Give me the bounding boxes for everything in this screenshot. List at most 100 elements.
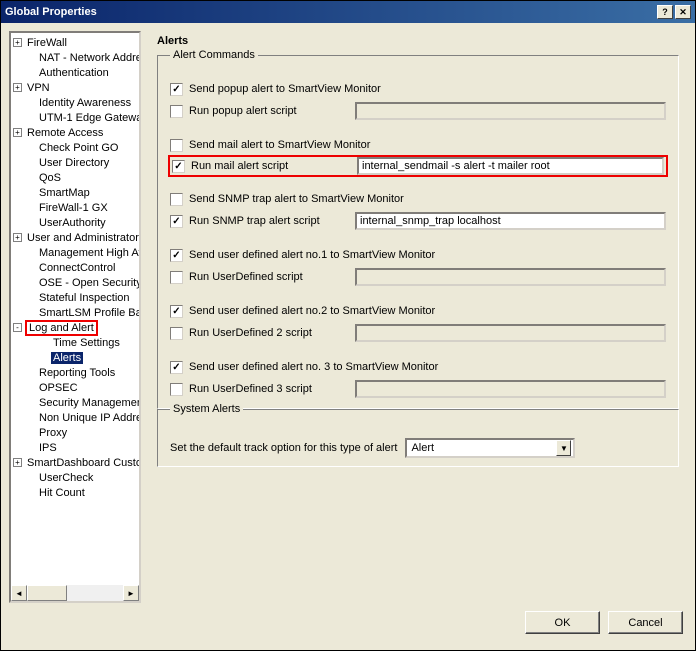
scroll-left-icon[interactable]: ◄ [11, 585, 27, 601]
tree-label: ConnectControl [37, 262, 117, 274]
tree-item[interactable]: OSE - Open Security E [11, 275, 139, 290]
script-input[interactable] [355, 212, 666, 230]
checkbox[interactable] [170, 383, 183, 396]
tree-item[interactable]: Reporting Tools [11, 365, 139, 380]
tree-label: Stateful Inspection [37, 292, 132, 304]
checkbox[interactable] [170, 249, 183, 262]
tree-spacer [25, 368, 34, 377]
tree-spacer [39, 338, 48, 347]
tree-spacer [25, 248, 34, 257]
alert-row: Run mail alert script [168, 155, 668, 177]
tree-spacer [25, 158, 34, 167]
tree-item[interactable]: Non Unique IP Addres [11, 410, 139, 425]
tree-label: UTM-1 Edge Gateway [37, 112, 139, 124]
tree-item[interactable]: OPSEC [11, 380, 139, 395]
tree-item[interactable]: SmartLSM Profile Base [11, 305, 139, 320]
tree-label: SmartLSM Profile Base [37, 307, 139, 319]
scroll-thumb[interactable] [27, 585, 67, 601]
tree-item[interactable]: FireWall-1 GX [11, 200, 139, 215]
expand-icon[interactable]: + [13, 458, 22, 467]
checkbox[interactable] [170, 271, 183, 284]
tree-item[interactable]: Identity Awareness [11, 95, 139, 110]
checkbox[interactable] [170, 327, 183, 340]
ok-button[interactable]: OK [525, 611, 600, 634]
tree-label: OSE - Open Security E [37, 277, 139, 289]
tree-panel: +FireWall NAT - Network AddresAuthenticat… [9, 31, 141, 603]
checkbox[interactable] [172, 160, 185, 173]
alert-row: Run popup alert script [170, 100, 666, 122]
tree-spacer [25, 398, 34, 407]
expand-icon[interactable]: + [13, 233, 22, 242]
tree-item[interactable]: Stateful Inspection [11, 290, 139, 305]
collapse-icon[interactable]: - [13, 323, 22, 332]
checkbox[interactable] [170, 105, 183, 118]
tree-item[interactable]: Authentication [11, 65, 139, 80]
tree-label: QoS [37, 172, 63, 184]
tree-item[interactable]: UserCheck [11, 470, 139, 485]
tree-item[interactable]: +VPN [11, 80, 139, 95]
tree-item[interactable]: ConnectControl [11, 260, 139, 275]
checkbox[interactable] [170, 361, 183, 374]
tree-spacer [25, 263, 34, 272]
tree-label: Management High Ava [37, 247, 139, 259]
checkbox[interactable] [170, 193, 183, 206]
expand-icon[interactable]: + [13, 38, 22, 47]
alert-commands-legend: Alert Commands [170, 49, 258, 61]
script-input [355, 102, 666, 120]
help-button[interactable]: ? [657, 5, 673, 19]
script-input[interactable] [357, 157, 664, 175]
scroll-right-icon[interactable]: ► [123, 585, 139, 601]
tree-label: NAT - Network Addres [37, 52, 139, 64]
tree-item[interactable]: SmartMap [11, 185, 139, 200]
horizontal-scrollbar[interactable]: ◄ ► [11, 585, 139, 601]
tree-label: UserCheck [37, 472, 95, 484]
titlebar: Global Properties ? ✕ [1, 1, 695, 23]
tree-item[interactable]: Alerts [11, 350, 139, 365]
tree-item[interactable]: -Log and Alert [11, 320, 139, 335]
expand-icon[interactable]: + [13, 83, 22, 92]
tree-item[interactable]: Management High Ava [11, 245, 139, 260]
track-option-select[interactable]: Alert ▼ [405, 438, 575, 458]
tree-item[interactable]: NAT - Network Addres [11, 50, 139, 65]
tree-item[interactable]: QoS [11, 170, 139, 185]
script-input [355, 268, 666, 286]
tree-label: Log and Alert [25, 320, 98, 336]
chevron-down-icon: ▼ [556, 440, 571, 456]
tree-label: UserAuthority [37, 217, 108, 229]
tree-item[interactable]: UTM-1 Edge Gateway [11, 110, 139, 125]
tree-label: SmartMap [37, 187, 92, 199]
system-alerts-label: Set the default track option for this ty… [170, 442, 397, 454]
tree-item[interactable]: +User and Administrator [11, 230, 139, 245]
tree-item[interactable]: +Remote Access [11, 125, 139, 140]
tree-item[interactable]: Hit Count [11, 485, 139, 500]
tree-item[interactable]: +SmartDashboard Custo [11, 455, 139, 470]
tree-item[interactable]: +FireWall [11, 35, 139, 50]
tree-label: Remote Access [25, 127, 105, 139]
tree-item[interactable]: Security Management A [11, 395, 139, 410]
tree-label: VPN [25, 82, 52, 94]
row-label: Send SNMP trap alert to SmartView Monito… [189, 193, 404, 205]
row-label: Run UserDefined 2 script [189, 327, 349, 339]
alert-row: Send user defined alert no.1 to SmartVie… [170, 244, 666, 266]
close-button[interactable]: ✕ [675, 5, 691, 19]
checkbox[interactable] [170, 83, 183, 96]
tree-item[interactable]: Check Point GO [11, 140, 139, 155]
tree-item[interactable]: UserAuthority [11, 215, 139, 230]
tree-item[interactable]: Time Settings [11, 335, 139, 350]
tree-spacer [25, 308, 34, 317]
cancel-button[interactable]: Cancel [608, 611, 683, 634]
checkbox[interactable] [170, 215, 183, 228]
tree-spacer [25, 488, 34, 497]
expand-icon[interactable]: + [13, 128, 22, 137]
tree-spacer [25, 113, 34, 122]
system-alerts-legend: System Alerts [170, 403, 243, 415]
tree-label: Identity Awareness [37, 97, 133, 109]
tree-item[interactable]: User Directory [11, 155, 139, 170]
alert-row: Send mail alert to SmartView Monitor [170, 134, 666, 156]
tree-spacer [25, 173, 34, 182]
checkbox[interactable] [170, 305, 183, 318]
alert-row: Send user defined alert no.2 to SmartVie… [170, 300, 666, 322]
checkbox[interactable] [170, 139, 183, 152]
tree-item[interactable]: Proxy [11, 425, 139, 440]
tree-item[interactable]: IPS [11, 440, 139, 455]
